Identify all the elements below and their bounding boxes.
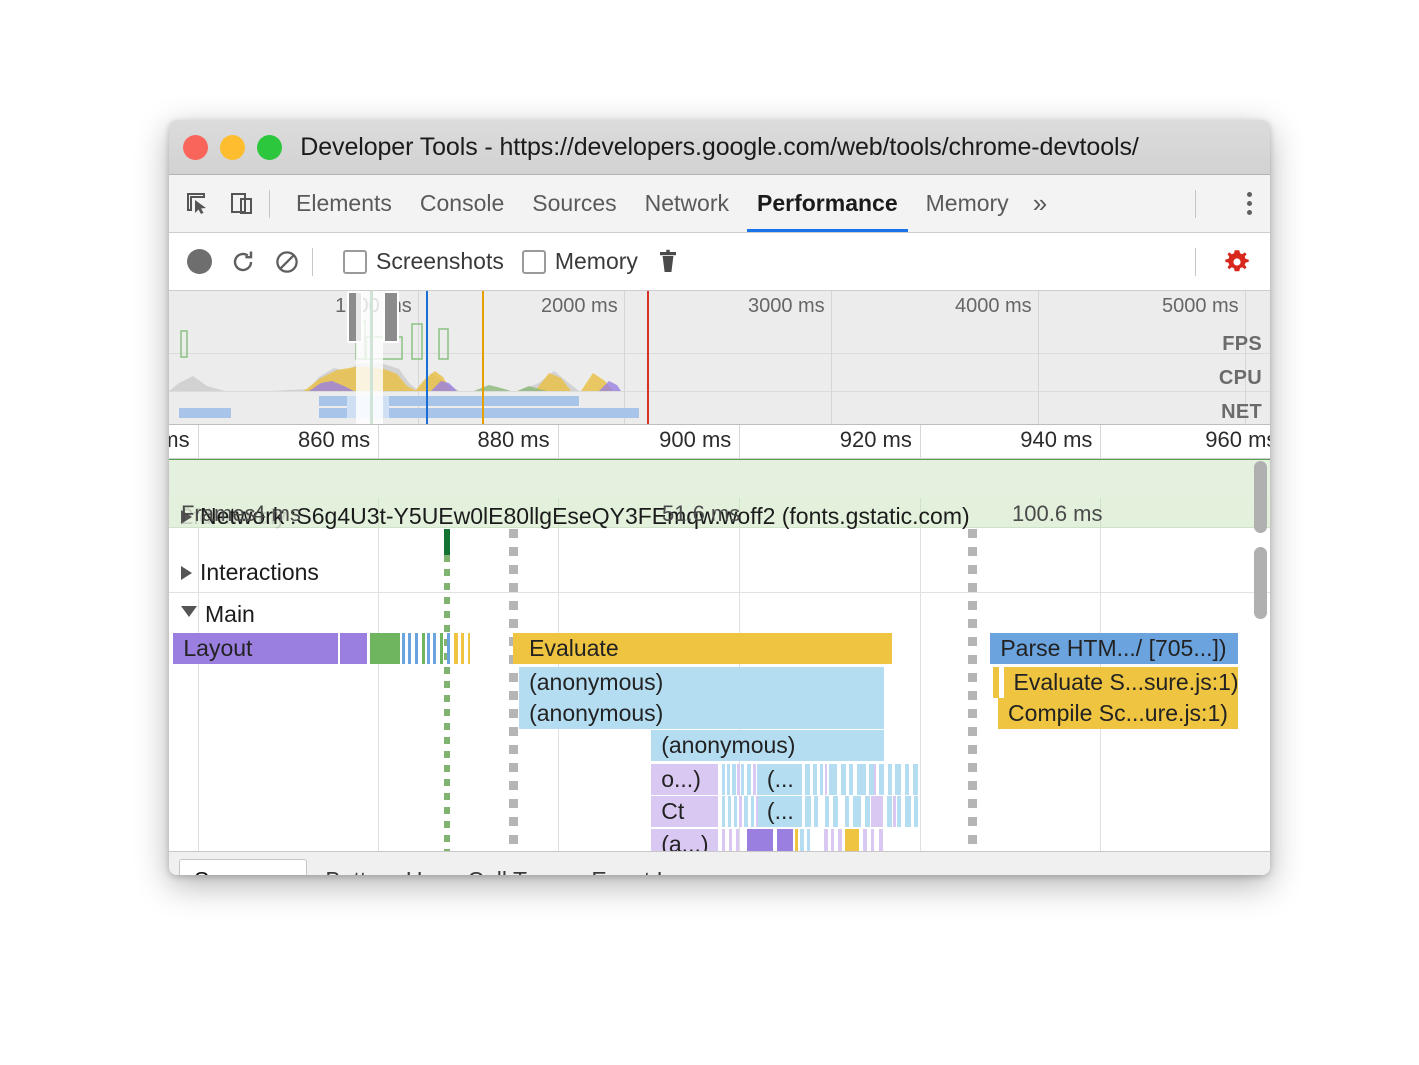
screenshot-root: Developer Tools - https://developers.goo… xyxy=(0,0,1419,1065)
close-window-button[interactable] xyxy=(183,135,208,160)
flame-bar-evaluate-script[interactable]: Evaluate xyxy=(519,633,893,664)
flame-bar-compile-script[interactable]: Compile Sc...ure.js:1) xyxy=(998,698,1239,729)
record-circle-icon[interactable] xyxy=(187,249,212,274)
memory-checkbox-box[interactable] xyxy=(522,250,546,274)
memory-label: Memory xyxy=(555,248,638,275)
overview-selection-window[interactable] xyxy=(356,291,382,424)
tracks-scrollbar[interactable] xyxy=(1254,547,1267,619)
tab-memory[interactable]: Memory xyxy=(912,175,1023,232)
flame-bar-anonymous-1[interactable]: (anonymous) xyxy=(519,667,885,698)
main-expander-icon[interactable] xyxy=(181,606,197,624)
load-marker xyxy=(482,291,484,424)
flame-micro-bars-row6 xyxy=(169,829,1270,851)
ruler-tick-920ms: 920 ms xyxy=(840,427,920,453)
kebab-menu-icon[interactable] xyxy=(1247,192,1252,215)
frame-duration-3: 100.6 ms xyxy=(1012,501,1103,527)
memory-checkbox[interactable]: Memory xyxy=(522,248,638,275)
screenshots-label: Screenshots xyxy=(376,248,504,275)
flame-micro-bars-row4 xyxy=(169,764,1270,795)
devtools-window: Developer Tools - https://developers.goo… xyxy=(169,120,1270,875)
tab-sources[interactable]: Sources xyxy=(518,175,630,232)
screenshots-checkbox[interactable]: Screenshots xyxy=(343,248,504,275)
screenshots-checkbox-box[interactable] xyxy=(343,250,367,274)
ruler-tick-840ms: 840 ms xyxy=(169,427,198,453)
dcl-marker xyxy=(426,291,428,424)
interactions-track-label: Interactions xyxy=(200,559,319,586)
flame-bar-parse-html-label: Parse HTM.../ [705...]) xyxy=(1000,635,1226,662)
tab-summary[interactable]: Summary xyxy=(179,859,307,876)
tab-network[interactable]: Network xyxy=(631,175,743,232)
devtools-tabbar: Elements Console Sources Network Perform… xyxy=(169,175,1270,233)
tracks-scrollbar-top[interactable] xyxy=(1254,461,1267,533)
ruler-tick-860ms: 860 ms xyxy=(298,427,378,453)
inspect-element-icon[interactable] xyxy=(183,189,213,219)
flame-bar-evaluate-label: Evaluate xyxy=(529,635,619,662)
tab-elements[interactable]: Elements xyxy=(282,175,406,232)
reload-record-icon[interactable] xyxy=(230,249,256,275)
timeline-overview[interactable]: 1000 ms 2000 ms 3000 ms 4000 ms 5000 ms … xyxy=(169,291,1270,425)
ruler-tick-880ms: 880 ms xyxy=(477,427,557,453)
timeline-tracks[interactable]: 2fdmwnaly Network :S6g4U3t-Y5UEw0lE80llg… xyxy=(169,459,1270,851)
ruler-tick-900ms: 900 ms xyxy=(659,427,739,453)
first-paint-marker xyxy=(647,291,649,424)
main-track-title[interactable]: Main xyxy=(181,601,255,628)
device-toolbar-icon[interactable] xyxy=(227,189,257,219)
flame-bar-anonymous-1-label: (anonymous) xyxy=(529,669,663,696)
frame-duration-1: ..4 ms xyxy=(241,501,301,527)
details-tabbar: Summary Bottom-Up Call Tree Event Log xyxy=(169,851,1270,875)
ruler-tick-940ms: 940 ms xyxy=(1020,427,1100,453)
tabbar-divider-right xyxy=(1195,190,1196,218)
flame-micro-bars-row5 xyxy=(169,796,1270,827)
ruler-tick-960ms: 960 ms xyxy=(1205,427,1270,453)
tab-event-log[interactable]: Event Log xyxy=(577,860,709,876)
gear-icon[interactable] xyxy=(1222,247,1252,277)
timeline-ruler: 840 ms 860 ms 880 ms 900 ms 920 ms 940 m… xyxy=(169,425,1270,459)
flame-bar-anonymous-3-label: (anonymous) xyxy=(661,732,795,759)
flame-bar[interactable] xyxy=(993,667,1001,698)
tab-console[interactable]: Console xyxy=(406,175,518,232)
flame-bar-anonymous-2-label: (anonymous) xyxy=(529,700,663,727)
toolbar-divider xyxy=(269,190,270,218)
toolbar-divider-2 xyxy=(312,248,313,276)
frame-boundary-marker xyxy=(444,529,450,555)
interactions-expander-icon[interactable] xyxy=(181,566,192,580)
flame-bar-compile-script-label: Compile Sc...ure.js:1) xyxy=(1008,700,1228,727)
toolbar-divider-3 xyxy=(1195,248,1196,276)
main-track-label: Main xyxy=(205,601,255,628)
performance-toolbar: Screenshots Memory xyxy=(169,233,1270,291)
minimize-window-button[interactable] xyxy=(220,135,245,160)
overview-charts xyxy=(169,291,1270,424)
network-track[interactable] xyxy=(169,459,1270,499)
network-request-label: :S6g4U3t-Y5UEw0lE80llgEseQY3FEmqw.woff2 … xyxy=(290,503,970,530)
frame-duration-2: 51.6 ms xyxy=(662,501,740,527)
flame-bar-evaluate-script-2[interactable]: Evaluate S...sure.js:1) xyxy=(1004,667,1240,698)
tab-call-tree[interactable]: Call Tree xyxy=(453,860,573,876)
flame-bar-anonymous-3[interactable]: (anonymous) xyxy=(651,730,884,761)
window-titlebar: Developer Tools - https://developers.goo… xyxy=(169,120,1270,175)
more-tabs-button[interactable]: » xyxy=(1023,175,1057,232)
trash-icon[interactable] xyxy=(656,249,680,275)
interactions-track-title[interactable]: Interactions xyxy=(181,559,319,586)
tab-bottom-up[interactable]: Bottom-Up xyxy=(311,860,449,876)
tab-performance[interactable]: Performance xyxy=(743,175,912,232)
clear-icon[interactable] xyxy=(274,249,300,275)
flame-bar-parse-html[interactable]: Parse HTM.../ [705...]) xyxy=(990,633,1239,664)
window-title: Developer Tools - https://developers.goo… xyxy=(169,133,1270,162)
overview-selection-handle-right[interactable] xyxy=(383,291,399,343)
flame-bar-anonymous-2[interactable]: (anonymous) xyxy=(519,698,885,729)
zoom-window-button[interactable] xyxy=(257,135,282,160)
flame-bar-evaluate-script-2-label: Evaluate S...sure.js:1) xyxy=(1014,669,1239,696)
window-controls xyxy=(183,135,282,160)
